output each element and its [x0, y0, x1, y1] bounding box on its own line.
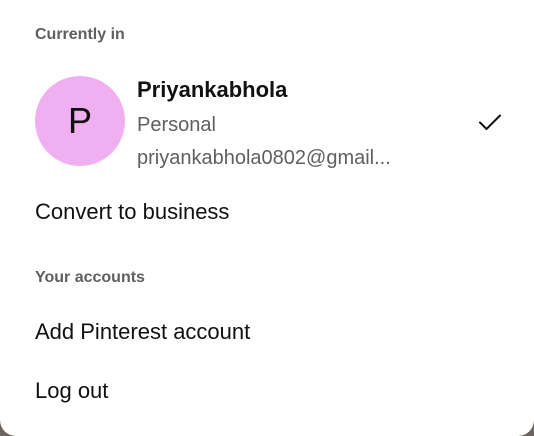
account-type: Personal — [137, 114, 216, 136]
currently-in-heading: Currently in — [35, 26, 125, 43]
current-account-row[interactable]: P Priyankabhola Personal priyankabhola08… — [20, 64, 514, 182]
avatar: P — [35, 76, 125, 166]
convert-to-business-button[interactable]: Convert to business — [35, 198, 229, 226]
log-out-button[interactable]: Log out — [35, 377, 108, 405]
checkmark-icon — [479, 114, 501, 130]
account-email: priyankabhola0802@gmail... — [137, 147, 391, 169]
account-menu: Currently in P Priyankabhola Personal pr… — [0, 0, 534, 436]
account-name: Priyankabhola — [137, 77, 288, 102]
your-accounts-heading: Your accounts — [35, 269, 145, 286]
add-account-button[interactable]: Add Pinterest account — [35, 318, 250, 346]
